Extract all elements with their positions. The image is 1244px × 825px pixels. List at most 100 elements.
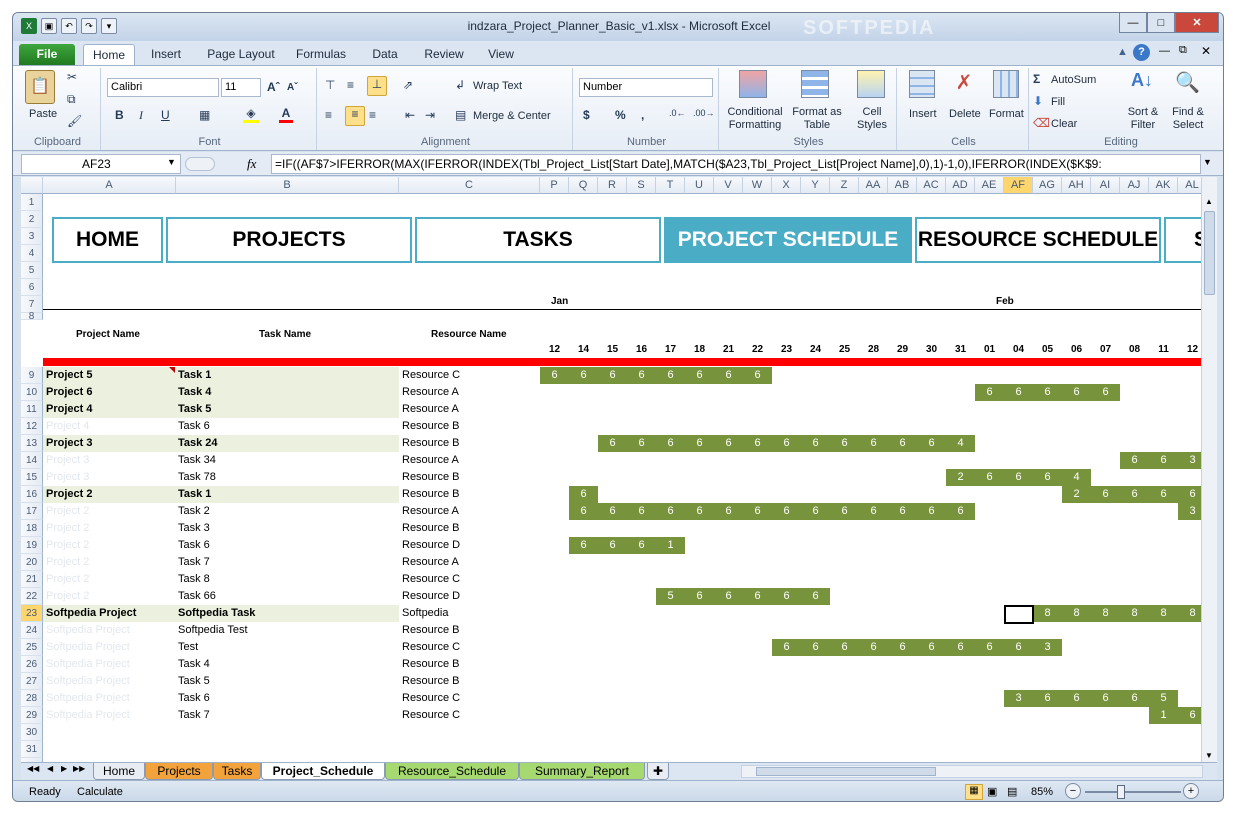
insert-cells-icon[interactable]: [909, 70, 935, 98]
project-name-cell[interactable]: Project 2: [46, 571, 89, 588]
workbook-restore-icon[interactable]: ⧉: [1179, 44, 1187, 57]
row-header[interactable]: 17: [21, 503, 43, 520]
merge-center-icon[interactable]: ▤: [455, 108, 466, 122]
align-right-icon[interactable]: ≡: [369, 108, 376, 122]
resource-name-cell[interactable]: Resource B: [402, 656, 459, 673]
column-header-af[interactable]: AF: [1004, 177, 1033, 194]
name-box[interactable]: AF23: [21, 154, 181, 174]
select-all-corner[interactable]: [21, 177, 43, 194]
task-name-cell[interactable]: Task 7: [178, 707, 210, 724]
sheet-tab-resource-schedule[interactable]: Resource_Schedule: [385, 763, 519, 780]
find-select-icon[interactable]: 🔍: [1175, 70, 1200, 95]
row-header[interactable]: 6: [21, 279, 43, 296]
row-header[interactable]: 10: [21, 384, 43, 401]
task-name-cell[interactable]: Task 6: [178, 537, 210, 554]
scroll-thumb[interactable]: [1204, 211, 1215, 295]
column-header-v[interactable]: V: [714, 177, 743, 194]
close-button[interactable]: ✕: [1175, 13, 1219, 33]
zoom-in-icon[interactable]: +: [1183, 783, 1199, 799]
nav-resource-schedule-button[interactable]: RESOURCE SCHEDULE: [915, 217, 1161, 263]
task-name-cell[interactable]: Task 8: [178, 571, 210, 588]
row-header[interactable]: 3: [21, 228, 43, 245]
column-header-ai[interactable]: AI: [1091, 177, 1120, 194]
tab-review[interactable]: Review: [417, 44, 471, 65]
resource-name-cell[interactable]: Resource B: [402, 435, 459, 452]
cell-styles-icon[interactable]: [857, 70, 885, 98]
workbook-close-icon[interactable]: ✕: [1201, 44, 1211, 58]
merge-center-button[interactable]: Merge & Center: [473, 110, 551, 122]
row-header[interactable]: 11: [21, 401, 43, 418]
nav-project-schedule-button[interactable]: PROJECT SCHEDULE: [664, 217, 912, 263]
format-as-table-icon[interactable]: [801, 70, 829, 98]
nav-home-button[interactable]: HOME: [52, 217, 163, 263]
align-middle-icon[interactable]: ≡: [347, 78, 354, 92]
tab-home[interactable]: Home: [83, 44, 135, 65]
column-header-ah[interactable]: AH: [1062, 177, 1091, 194]
task-name-cell[interactable]: Test: [178, 639, 198, 656]
task-name-cell[interactable]: Task 7: [178, 554, 210, 571]
insert-function-icon[interactable]: fx: [247, 156, 256, 172]
resource-name-cell[interactable]: Resource A: [402, 452, 459, 469]
orientation-icon[interactable]: ⇗: [403, 78, 413, 92]
format-as-table-button[interactable]: Format as Table: [789, 106, 845, 132]
column-header-ab[interactable]: AB: [888, 177, 917, 194]
bold-button[interactable]: B: [115, 108, 124, 122]
column-header-w[interactable]: W: [743, 177, 772, 194]
sheet-tab-home[interactable]: Home: [93, 763, 145, 780]
resource-name-cell[interactable]: Resource A: [402, 384, 459, 401]
zoom-out-icon[interactable]: −: [1065, 783, 1081, 799]
zoom-level[interactable]: 85%: [1031, 786, 1053, 798]
paste-icon[interactable]: 📋: [25, 70, 55, 104]
task-name-cell[interactable]: Task 66: [178, 588, 216, 605]
normal-view-icon[interactable]: ▦: [965, 784, 983, 800]
project-name-cell[interactable]: Project 2: [46, 503, 89, 520]
clear-icon[interactable]: ⌫: [1033, 116, 1050, 130]
name-box-dropdown-icon[interactable]: ▼: [167, 157, 176, 167]
project-name-cell[interactable]: Project 3: [46, 469, 89, 486]
tab-formulas[interactable]: Formulas: [291, 44, 351, 65]
sheet-tab-tasks[interactable]: Tasks: [213, 763, 261, 780]
project-name-cell[interactable]: Softpedia Project: [46, 707, 130, 724]
selected-cell-af23[interactable]: [1004, 605, 1034, 624]
task-name-cell[interactable]: Task 4: [178, 656, 210, 673]
insert-cells-button[interactable]: Insert: [909, 108, 937, 120]
column-header-x[interactable]: X: [772, 177, 801, 194]
page-layout-view-icon[interactable]: ▣: [987, 785, 997, 798]
workbook-minimize-icon[interactable]: —: [1159, 45, 1170, 57]
comma-button[interactable]: ,: [641, 108, 644, 122]
font-name-combo[interactable]: Calibri: [107, 78, 219, 97]
resource-name-cell[interactable]: Resource C: [402, 707, 460, 724]
column-header-aa[interactable]: AA: [859, 177, 888, 194]
row-header[interactable]: 23: [21, 605, 43, 622]
resource-name-cell[interactable]: Resource B: [402, 622, 459, 639]
row-header[interactable]: 13: [21, 435, 43, 452]
resource-name-cell[interactable]: Softpedia: [402, 605, 448, 622]
column-header-c[interactable]: C: [399, 177, 540, 194]
resource-name-cell[interactable]: Resource B: [402, 520, 459, 537]
task-name-cell[interactable]: Task 2: [178, 503, 210, 520]
project-name-cell[interactable]: Project 2: [46, 486, 92, 503]
project-name-cell[interactable]: Project 2: [46, 520, 89, 537]
project-name-cell[interactable]: Project 6: [46, 384, 92, 401]
format-painter-icon[interactable]: 🖌: [67, 114, 82, 128]
delete-cells-button[interactable]: Delete: [949, 108, 981, 120]
row-header[interactable]: 26: [21, 656, 43, 673]
row-header[interactable]: 5: [21, 262, 43, 279]
task-name-cell[interactable]: Task 78: [178, 469, 216, 486]
row-header[interactable]: 8: [21, 312, 43, 322]
resource-name-cell[interactable]: Resource A: [402, 554, 459, 571]
sort-filter-icon[interactable]: A↓: [1131, 70, 1153, 91]
autosum-icon[interactable]: Σ: [1033, 72, 1040, 86]
row-header[interactable]: 14: [21, 452, 43, 469]
sheet-nav-first-icon[interactable]: ◀◀: [27, 764, 39, 773]
sheet-tab-summary-report[interactable]: Summary_Report: [519, 763, 645, 780]
tab-data[interactable]: Data: [363, 44, 407, 65]
task-name-cell[interactable]: Task 3: [178, 520, 210, 537]
sort-filter-button[interactable]: Sort & Filter: [1123, 106, 1163, 132]
task-name-cell[interactable]: Task 1: [178, 367, 211, 384]
align-bottom-icon[interactable]: ⊥: [367, 76, 387, 96]
column-header-ad[interactable]: AD: [946, 177, 975, 194]
borders-icon[interactable]: ▦: [199, 108, 210, 122]
grow-font-icon[interactable]: Aˆ: [267, 80, 280, 94]
row-header[interactable]: 31: [21, 741, 43, 758]
